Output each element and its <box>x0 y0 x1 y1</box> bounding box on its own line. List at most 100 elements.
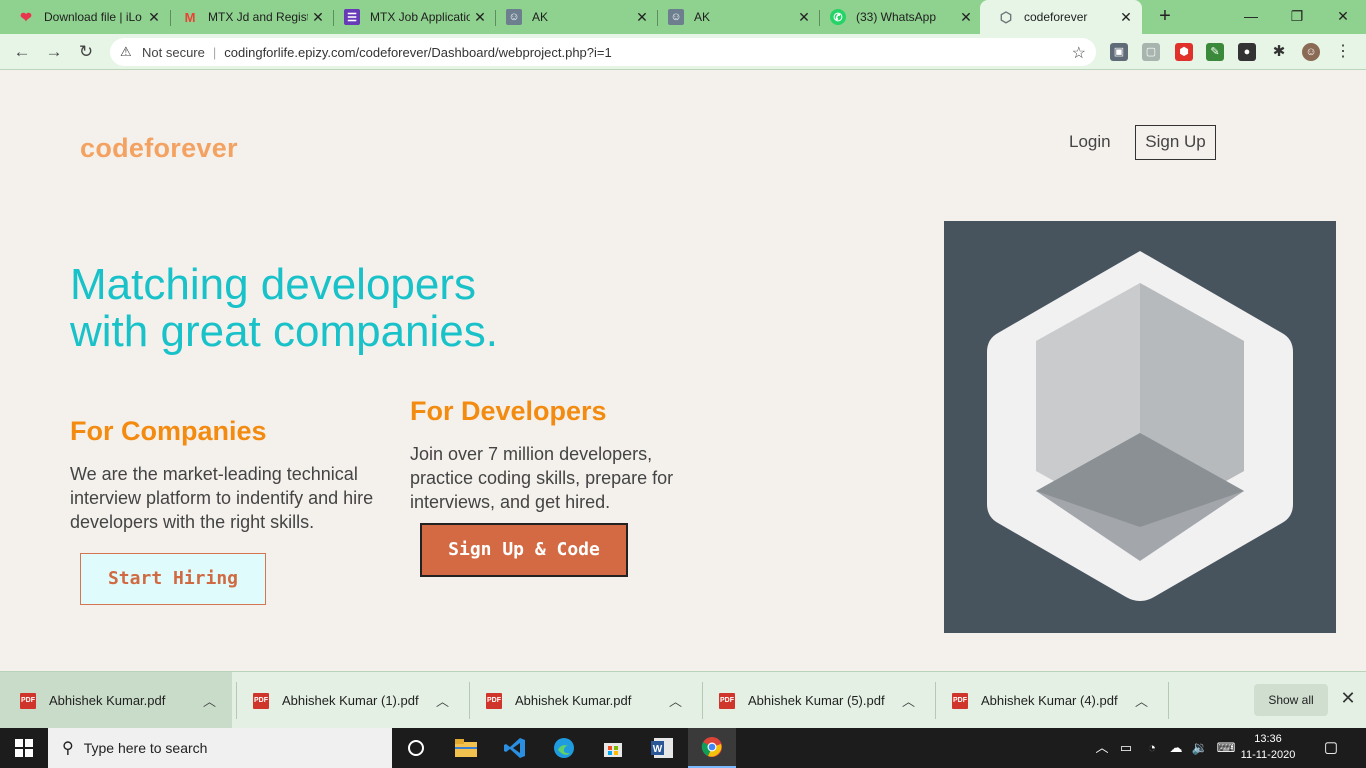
download-item[interactable]: PDF Abhishek Kumar (1).pdf ︿ <box>233 672 465 729</box>
tab-title: codeforever <box>1024 10 1088 24</box>
extension-icon[interactable]: ▢ <box>1142 43 1160 61</box>
hero-heading: Matching developers with great companies… <box>70 261 498 355</box>
signup-button[interactable]: Sign Up <box>1135 125 1216 160</box>
file-explorer-icon[interactable] <box>442 728 490 768</box>
store-icon <box>604 743 622 757</box>
download-item[interactable]: PDF Abhishek Kumar (5).pdf ︿ <box>699 672 931 729</box>
cloud-icon[interactable]: ☁ <box>1166 728 1186 768</box>
chevron-up-icon[interactable]: ︿ <box>669 691 682 710</box>
close-icon[interactable]: ✕ <box>796 9 812 25</box>
extension-icon[interactable]: ✎ <box>1206 43 1224 61</box>
tab-download-file[interactable]: ❤ Download file | iLo ✕ <box>0 0 170 34</box>
forward-arrow-icon[interactable]: → <box>42 40 66 64</box>
chrome-icon[interactable] <box>688 728 736 768</box>
chevron-up-icon[interactable]: ︿ <box>436 691 449 710</box>
clock-date: 11-11-2020 <box>1240 749 1296 761</box>
avatar-icon: ☺ <box>668 9 684 25</box>
word-icon[interactable]: W <box>638 728 686 768</box>
warning-icon: ⚠ <box>120 44 132 59</box>
chevron-up-icon[interactable]: ︿ <box>203 691 216 710</box>
tab-whatsapp[interactable]: ✆ (33) WhatsApp ✕ <box>812 0 982 34</box>
pdf-file-icon: PDF <box>20 692 36 709</box>
hero-line: with great companies. <box>70 307 498 356</box>
edge-icon[interactable] <box>540 728 588 768</box>
close-icon[interactable]: ✕ <box>146 9 162 25</box>
svg-text:W: W <box>653 744 663 755</box>
companies-text: We are the market-leading technical inte… <box>70 464 374 532</box>
store-icon[interactable] <box>589 728 637 768</box>
word-icon: W <box>651 738 673 758</box>
chevron-up-icon[interactable]: ︿ <box>1094 728 1110 768</box>
divider <box>1168 682 1169 719</box>
tab-ak-1[interactable]: ☺ AK ✕ <box>488 0 658 34</box>
close-icon[interactable]: ✕ <box>1118 9 1134 25</box>
browser-toolbar: ← → ↻ ⚠ Not secure | codingforlife.epizy… <box>0 34 1366 70</box>
vscode-icon[interactable] <box>491 728 539 768</box>
windows-logo-icon <box>15 739 33 757</box>
download-filename: Abhishek Kumar.pdf <box>515 693 632 708</box>
close-icon[interactable]: ✕ <box>472 9 488 25</box>
signup-code-button[interactable]: Sign Up & Code <box>420 523 628 577</box>
windows-start-button[interactable] <box>0 728 48 768</box>
hero-illustration <box>944 221 1336 633</box>
whatsapp-icon: ✆ <box>830 9 846 25</box>
reload-icon[interactable]: ↻ <box>74 40 98 64</box>
wifi-icon[interactable]: ◔ <box>1142 728 1162 768</box>
developers-text: Join over 7 million developers, practice… <box>410 444 674 512</box>
close-icon[interactable]: ✕ <box>310 9 326 25</box>
back-arrow-icon[interactable]: ← <box>10 40 34 64</box>
task-view-icon[interactable] <box>392 728 440 768</box>
forms-icon: ☰ <box>344 9 360 25</box>
keyboard-icon[interactable]: ⌨ <box>1214 728 1238 768</box>
restore-button[interactable]: ❐ <box>1274 2 1320 30</box>
download-item[interactable]: PDF Abhishek Kumar.pdf ︿ <box>0 672 232 729</box>
tab-ak-2[interactable]: ☺ AK ✕ <box>650 0 820 34</box>
show-all-button[interactable]: Show all <box>1254 684 1328 716</box>
close-window-button[interactable]: ✕ <box>1320 2 1366 30</box>
tab-mtx-jd[interactable]: M MTX Jd and Regist ✕ <box>164 0 334 34</box>
taskbar-search-box[interactable]: ⚲ Type here to search <box>48 728 392 768</box>
extension-icon[interactable]: ● <box>1238 43 1256 61</box>
web-page: codeforever Login Sign Up Matching devel… <box>0 71 1366 671</box>
login-link[interactable]: Login <box>1069 132 1111 152</box>
tab-title: MTX Job Applicatio <box>370 10 470 24</box>
chevron-up-icon[interactable]: ︿ <box>902 691 915 710</box>
download-filename: Abhishek Kumar (4).pdf <box>981 693 1118 708</box>
chevron-up-icon[interactable]: ︿ <box>1135 691 1148 710</box>
system-clock[interactable]: 13:36 11-11-2020 <box>1240 731 1296 763</box>
cube-icon <box>987 251 1293 601</box>
avatar-icon: ☺ <box>506 9 522 25</box>
bookmark-star-icon[interactable]: ☆ <box>1072 43 1086 63</box>
close-icon[interactable]: ✕ <box>958 9 974 25</box>
avatar[interactable]: ☺ <box>1302 43 1320 61</box>
pdf-file-icon: PDF <box>952 692 968 709</box>
close-icon[interactable]: ✕ <box>1338 688 1358 709</box>
new-tab-button[interactable]: + <box>1154 6 1176 28</box>
tab-title: (33) WhatsApp <box>856 10 937 24</box>
url-text[interactable]: codingforlife.epizy.com/codeforever/Dash… <box>224 45 611 60</box>
tab-mtx-job-application[interactable]: ☰ MTX Job Applicatio ✕ <box>326 0 496 34</box>
start-hiring-button[interactable]: Start Hiring <box>80 553 266 605</box>
site-logo[interactable]: codeforever <box>80 133 238 164</box>
developers-heading: For Developers <box>410 396 607 426</box>
tab-title: AK <box>532 10 549 24</box>
pdf-file-icon: PDF <box>253 692 269 709</box>
notification-icon[interactable]: ▢ <box>1320 738 1342 758</box>
tab-title: MTX Jd and Regist <box>208 10 308 24</box>
tab-title: AK <box>694 10 711 24</box>
close-icon[interactable]: ✕ <box>634 9 650 25</box>
volume-icon[interactable]: 🔉 <box>1190 728 1210 768</box>
vscode-icon <box>504 738 525 758</box>
tab-codeforever[interactable]: ⬡ codeforever ✕ <box>980 0 1142 34</box>
download-item[interactable]: PDF Abhishek Kumar.pdf ︿ <box>466 672 698 729</box>
minimize-button[interactable]: — <box>1228 2 1274 30</box>
shield-icon[interactable]: ⬢ <box>1175 43 1193 61</box>
extension-icon[interactable]: ▣ <box>1110 43 1128 61</box>
battery-icon[interactable]: ▭ <box>1116 728 1136 768</box>
download-item[interactable]: PDF Abhishek Kumar (4).pdf ︿ <box>932 672 1164 729</box>
download-filename: Abhishek Kumar.pdf <box>49 693 166 708</box>
address-bar[interactable]: ⚠ Not secure | codingforlife.epizy.com/c… <box>110 38 1096 66</box>
puzzle-icon[interactable]: ✱ <box>1270 43 1288 61</box>
chrome-icon <box>701 737 722 757</box>
menu-dots-icon[interactable]: ⋮ <box>1334 43 1352 61</box>
